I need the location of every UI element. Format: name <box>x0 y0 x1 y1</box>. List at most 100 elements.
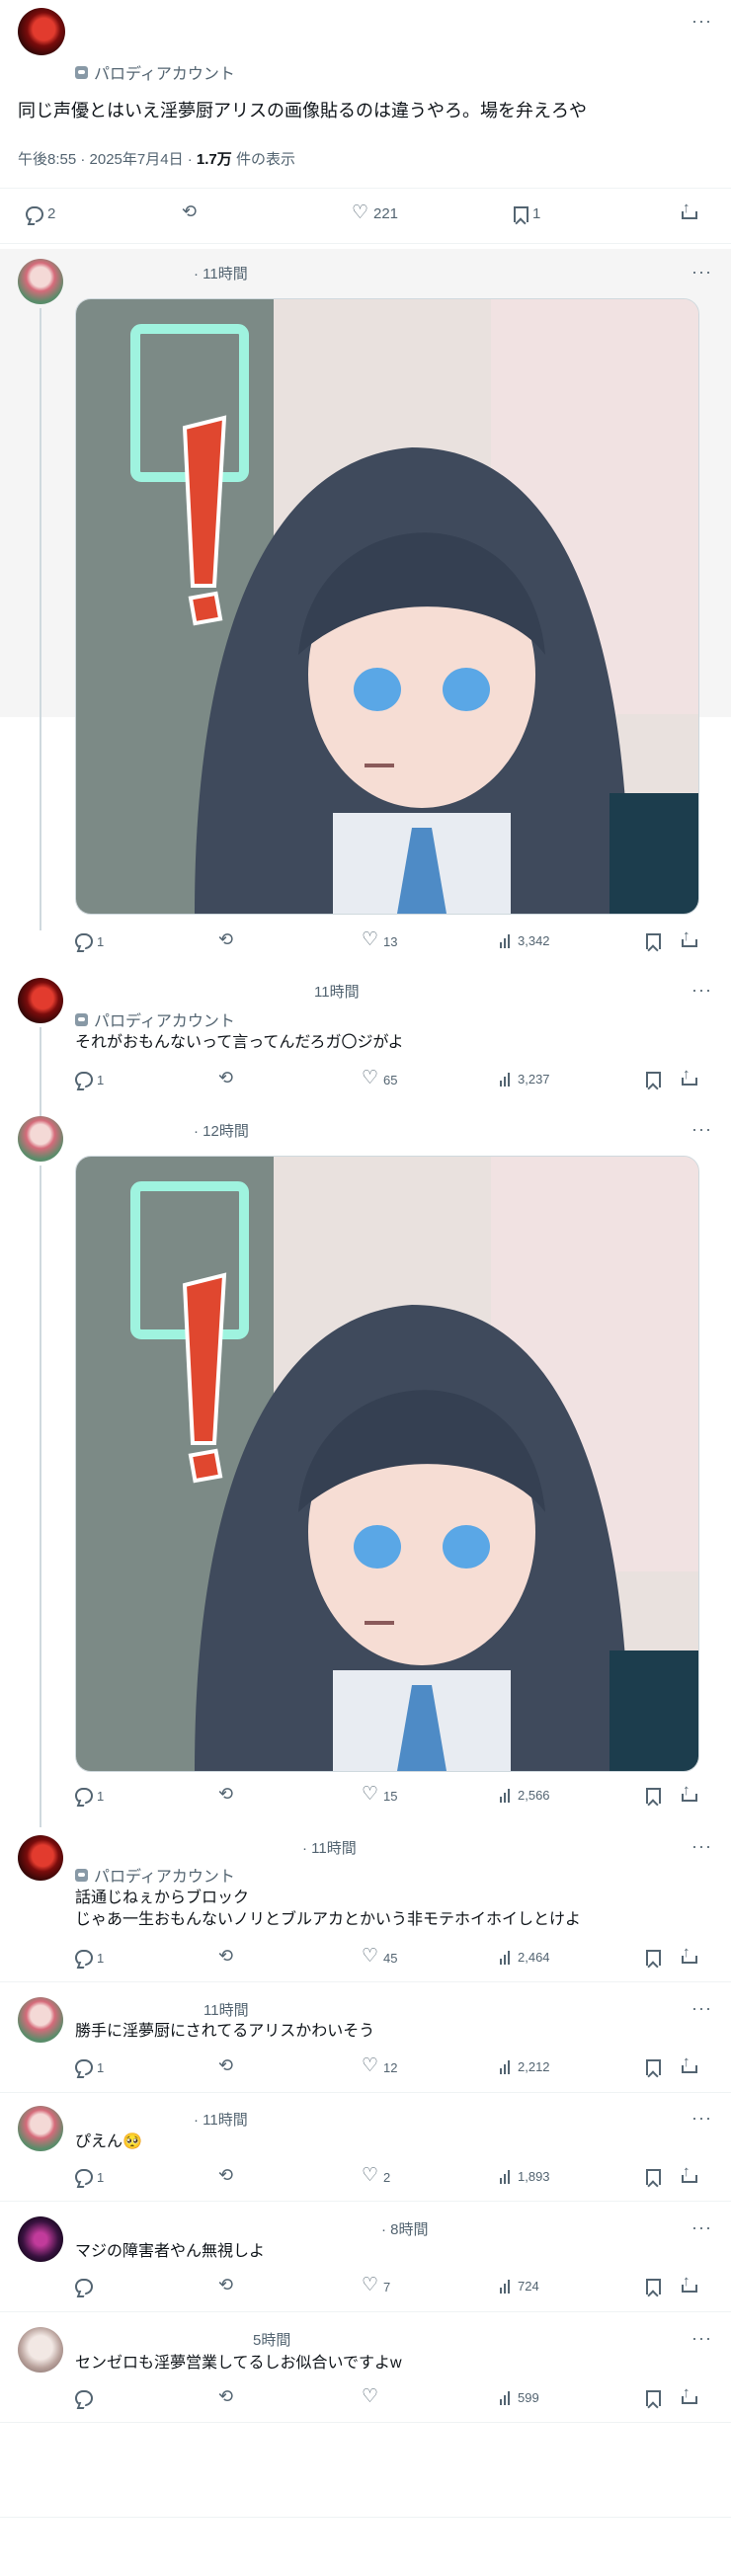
views-icon <box>500 1950 514 1965</box>
share-button[interactable] <box>682 2384 697 2404</box>
heart-icon <box>362 2385 379 2408</box>
share-button[interactable] <box>682 2163 697 2183</box>
retweet-icon <box>218 1784 236 1805</box>
retweet-button[interactable] <box>218 929 236 950</box>
like-button[interactable]: 12 <box>362 2054 397 2077</box>
tweet-text: 同じ声優とはいえ淫夢厨アリスの画像貼るのは違うやろ。場を弁えろや <box>18 101 587 121</box>
reply-avatar[interactable] <box>18 2216 63 2262</box>
like-button[interactable]: 45 <box>362 1945 397 1968</box>
bookmark-button[interactable]: 1 <box>514 205 540 222</box>
retweet-button[interactable] <box>218 2386 236 2407</box>
heart-icon <box>362 2054 379 2077</box>
share-button[interactable] <box>682 2053 697 2073</box>
reply-button[interactable]: 1 <box>75 1950 104 1966</box>
reply-avatar[interactable] <box>18 2327 63 2373</box>
reply-avatar[interactable] <box>18 259 63 304</box>
bookmark-button[interactable] <box>646 1072 661 1087</box>
retweet-button[interactable] <box>218 2055 236 2076</box>
like-button[interactable] <box>362 2385 383 2408</box>
views-button[interactable]: 3,342 <box>500 933 550 948</box>
parody-account-label: パロディアカウント <box>75 1863 235 1887</box>
reply-image[interactable] <box>75 298 699 915</box>
heart-icon <box>362 1067 379 1089</box>
bookmark-button[interactable] <box>646 933 661 949</box>
retweet-button[interactable] <box>218 2275 236 2295</box>
bookmark-button[interactable] <box>646 1788 661 1804</box>
bookmark-button[interactable] <box>646 1950 661 1966</box>
reply-avatar[interactable] <box>18 1997 63 2043</box>
more-options-icon[interactable]: ··· <box>691 2109 712 2127</box>
views-button[interactable]: 1,893 <box>500 2169 550 2184</box>
reply-button[interactable]: 1 <box>75 1788 104 1804</box>
retweet-button[interactable] <box>218 1068 236 1088</box>
parody-icon <box>75 65 88 79</box>
reply-avatar[interactable] <box>18 1835 63 1881</box>
main-actions: 2 221 1 <box>26 200 707 227</box>
bookmark-icon <box>646 1072 661 1087</box>
reply-time: · 11時間 <box>194 2112 248 2129</box>
retweet-button[interactable] <box>218 1784 236 1805</box>
reply-time: · 11時間 <box>194 266 248 282</box>
views-button[interactable]: 599 <box>500 2390 539 2405</box>
more-options-icon[interactable]: ··· <box>691 2218 712 2236</box>
like-button[interactable]: 2 <box>362 2164 390 2187</box>
share-button[interactable] <box>682 1944 697 1964</box>
share-button[interactable] <box>682 1782 697 1802</box>
views-button[interactable]: 2,566 <box>500 1788 550 1803</box>
more-options-icon[interactable]: ··· <box>691 1999 712 2017</box>
reply-text: 勝手に淫夢厨にされてるアリスかわいそう <box>75 2023 375 2040</box>
share-icon <box>682 927 697 947</box>
reply-button[interactable]: 2 <box>26 205 55 222</box>
views-button[interactable]: 724 <box>500 2279 539 2294</box>
views-icon <box>500 2279 514 2294</box>
reply-avatar[interactable] <box>18 2106 63 2151</box>
more-options-icon[interactable]: ··· <box>691 2329 712 2347</box>
more-options-icon[interactable]: ··· <box>691 263 712 281</box>
more-options-icon[interactable]: ··· <box>691 12 712 30</box>
reply-button[interactable] <box>75 2390 97 2406</box>
reply-button[interactable]: 1 <box>75 1072 104 1087</box>
bookmark-icon <box>646 2390 661 2406</box>
reply-button[interactable]: 1 <box>75 2169 104 2185</box>
share-button[interactable] <box>682 1066 697 1086</box>
reply-button[interactable]: 1 <box>75 2059 104 2075</box>
heart-icon <box>352 201 369 224</box>
retweet-button[interactable] <box>218 1946 236 1967</box>
more-options-icon[interactable]: ··· <box>691 981 712 999</box>
reply-text: ぴえん🥺 <box>75 2133 142 2150</box>
parody-icon <box>75 1868 88 1882</box>
reply-avatar[interactable] <box>18 978 63 1023</box>
bookmark-button[interactable] <box>646 2279 661 2294</box>
reply-image[interactable] <box>75 1156 699 1772</box>
bookmark-button[interactable] <box>646 2059 661 2075</box>
heart-icon <box>362 1783 379 1806</box>
views-button[interactable]: 2,464 <box>500 1950 550 1965</box>
heart-icon <box>362 1945 379 1968</box>
bookmark-button[interactable] <box>646 2169 661 2185</box>
share-icon <box>682 200 697 219</box>
like-button[interactable]: 13 <box>362 928 397 951</box>
views-button[interactable]: 2,212 <box>500 2059 550 2074</box>
like-button[interactable]: 7 <box>362 2274 390 2296</box>
share-button[interactable] <box>682 2273 697 2293</box>
reply-actions: 1 65 3,237 <box>75 1066 707 1093</box>
like-button[interactable]: 65 <box>362 1067 397 1089</box>
views-button[interactable]: 3,237 <box>500 1072 550 1087</box>
reply-button[interactable]: 1 <box>75 933 104 949</box>
retweet-button[interactable] <box>218 2165 236 2186</box>
like-button[interactable]: 221 <box>352 201 398 224</box>
retweet-button[interactable] <box>182 201 200 222</box>
tweet-timestamp[interactable]: 午後8:55 · 2025年7月4日 · 1.7万 件の表示 <box>18 148 295 169</box>
more-options-icon[interactable]: ··· <box>691 1120 712 1138</box>
views-icon <box>500 2169 514 2184</box>
share-button[interactable] <box>682 927 697 947</box>
bookmark-button[interactable] <box>646 2390 661 2406</box>
like-button[interactable]: 15 <box>362 1783 397 1806</box>
author-avatar[interactable] <box>18 8 65 55</box>
share-button[interactable] <box>682 200 697 219</box>
reply-button[interactable] <box>75 2279 97 2294</box>
more-options-icon[interactable]: ··· <box>691 1837 712 1855</box>
reply-actions: 1 13 3,342 <box>75 927 707 955</box>
retweet-icon <box>218 2055 236 2076</box>
reply-avatar[interactable] <box>18 1116 63 1162</box>
